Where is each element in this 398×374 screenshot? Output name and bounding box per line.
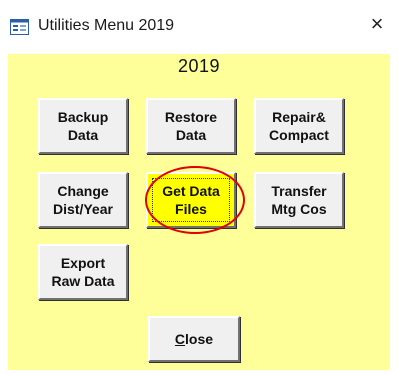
year-label: 2019 — [177, 56, 221, 76]
form-icon — [10, 19, 29, 35]
transfer-mtg-cos-button[interactable]: Transfer Mtg Cos — [254, 172, 344, 228]
utilities-window: Utilities Menu 2019 × 2019 Backup Data R… — [0, 0, 398, 374]
utilities-form: 2019 Backup Data Restore Data Repair& Co… — [8, 54, 390, 370]
close-label-rest: lose — [185, 331, 214, 347]
title-bar: Utilities Menu 2019 × — [0, 0, 398, 54]
close-accesskey-letter: C — [174, 331, 186, 347]
get-data-files-button[interactable]: Get Data Files — [146, 172, 236, 228]
repair-compact-button[interactable]: Repair& Compact — [254, 98, 344, 154]
close-button[interactable]: Close — [148, 316, 240, 362]
change-dist-year-button[interactable]: Change Dist/Year — [38, 172, 128, 228]
restore-data-button[interactable]: Restore Data — [146, 98, 236, 154]
window-title: Utilities Menu 2019 — [38, 17, 175, 34]
backup-data-button[interactable]: Backup Data — [38, 98, 128, 154]
close-window-button[interactable]: × — [366, 13, 388, 35]
export-raw-data-button[interactable]: Export Raw Data — [38, 244, 128, 300]
get-data-files-label: Get Data Files — [162, 183, 220, 217]
